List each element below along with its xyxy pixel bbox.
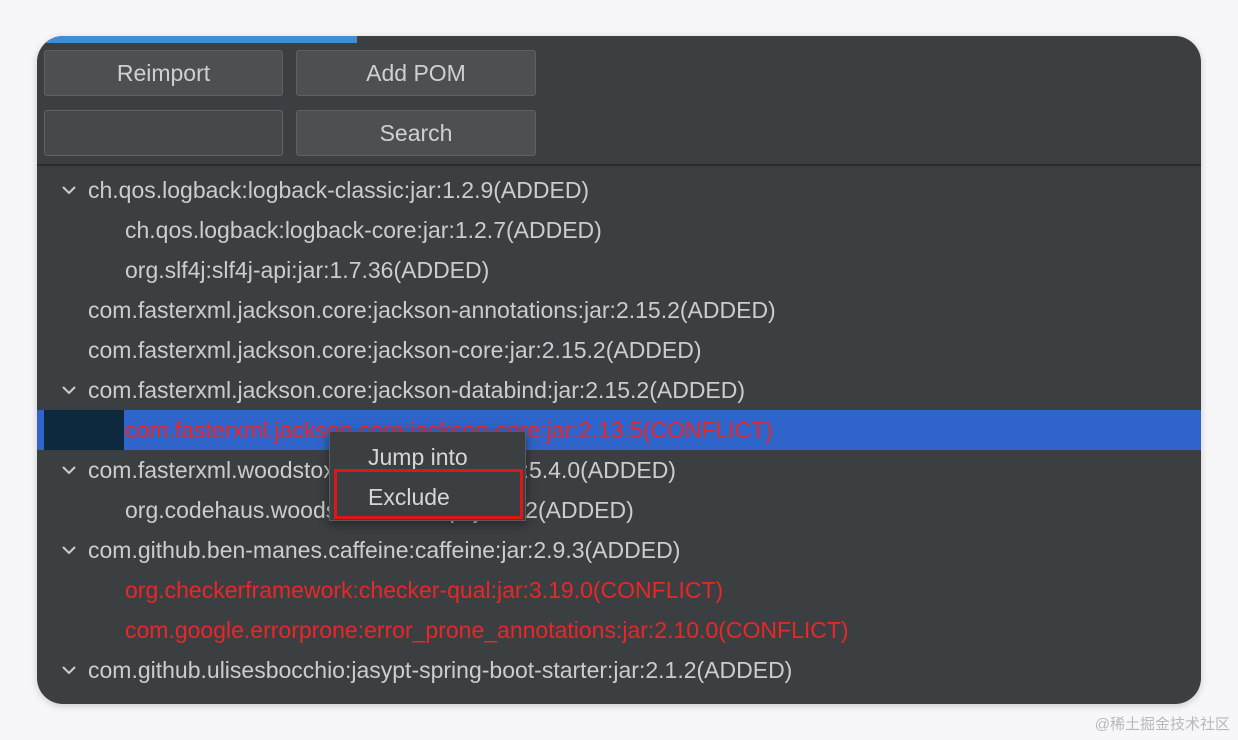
chevron-down-icon[interactable]: [59, 650, 79, 690]
tree-row-label: com.fasterxml.jackson.core:jackson-annot…: [88, 297, 776, 323]
chevron-down-icon[interactable]: [59, 530, 79, 570]
tree-row[interactable]: org.checkerframework:checker-qual:jar:3.…: [37, 570, 1201, 610]
tree-row[interactable]: com.fasterxml.jackson.core:jackson-datab…: [37, 370, 1201, 410]
search-button[interactable]: Search: [296, 110, 536, 156]
chevron-down-icon[interactable]: [59, 450, 79, 490]
tree-row[interactable]: ch.qos.logback:logback-core:jar:1.2.7(AD…: [37, 210, 1201, 250]
selection-indent: [44, 410, 124, 450]
tree-row-label: org.slf4j:slf4j-api:jar:1.7.36(ADDED): [125, 257, 490, 283]
tree-row-label: com.fasterxml.jackson.core:jackson-core:…: [88, 337, 702, 363]
tree-row-label: com.google.errorprone:error_prone_annota…: [125, 617, 849, 643]
tree-row-label: ch.qos.logback:logback-core:jar:1.2.7(AD…: [125, 217, 602, 243]
tree-row[interactable]: org.codehaus.woodstox:stax2-api:jar:4.2(…: [37, 490, 1201, 530]
tree-row-label: org.checkerframework:checker-qual:jar:3.…: [125, 577, 724, 603]
tree-row[interactable]: ch.qos.logback:logback-classic:jar:1.2.9…: [37, 170, 1201, 210]
chevron-down-icon[interactable]: [59, 370, 79, 410]
tree-row[interactable]: com.google.errorprone:error_prone_annota…: [37, 610, 1201, 650]
tree-row[interactable]: com.fasterxml.jackson.core:jackson-core:…: [37, 410, 1201, 450]
tree-row[interactable]: com.fasterxml.jackson.core:jackson-annot…: [37, 290, 1201, 330]
tree-row[interactable]: com.github.ulisesbocchio:jasypt-spring-b…: [37, 650, 1201, 690]
exclude-annotation-box: [334, 469, 523, 519]
dependency-tree[interactable]: ch.qos.logback:logback-classic:jar:1.2.9…: [37, 170, 1201, 704]
tree-row[interactable]: com.github.ben-manes.caffeine:caffeine:j…: [37, 530, 1201, 570]
tree-row[interactable]: org.slf4j:slf4j-api:jar:1.7.36(ADDED): [37, 250, 1201, 290]
reimport-button[interactable]: Reimport: [44, 50, 283, 96]
tree-row-label: ch.qos.logback:logback-classic:jar:1.2.9…: [88, 177, 590, 203]
watermark: @稀土掘金技术社区: [1094, 716, 1230, 733]
tree-row-label: com.github.ulisesbocchio:jasypt-spring-b…: [88, 657, 793, 683]
tree-row[interactable]: com.fasterxml.woodstox:woodstox-core:jar…: [37, 450, 1201, 490]
tree-row-label: com.fasterxml.jackson.core:jackson-datab…: [88, 377, 746, 403]
progress-bar: [37, 36, 358, 43]
add-pom-button[interactable]: Add POM: [296, 50, 536, 96]
tree-row-label: com.github.ben-manes.caffeine:caffeine:j…: [88, 537, 681, 563]
toolbar-divider: [37, 164, 1201, 166]
search-input[interactable]: [44, 110, 283, 156]
tree-row[interactable]: com.fasterxml.jackson.core:jackson-core:…: [37, 330, 1201, 370]
maven-helper-panel: Reimport Add POM Search ch.qos.logback:l…: [37, 36, 1201, 704]
chevron-down-icon[interactable]: [59, 170, 79, 210]
